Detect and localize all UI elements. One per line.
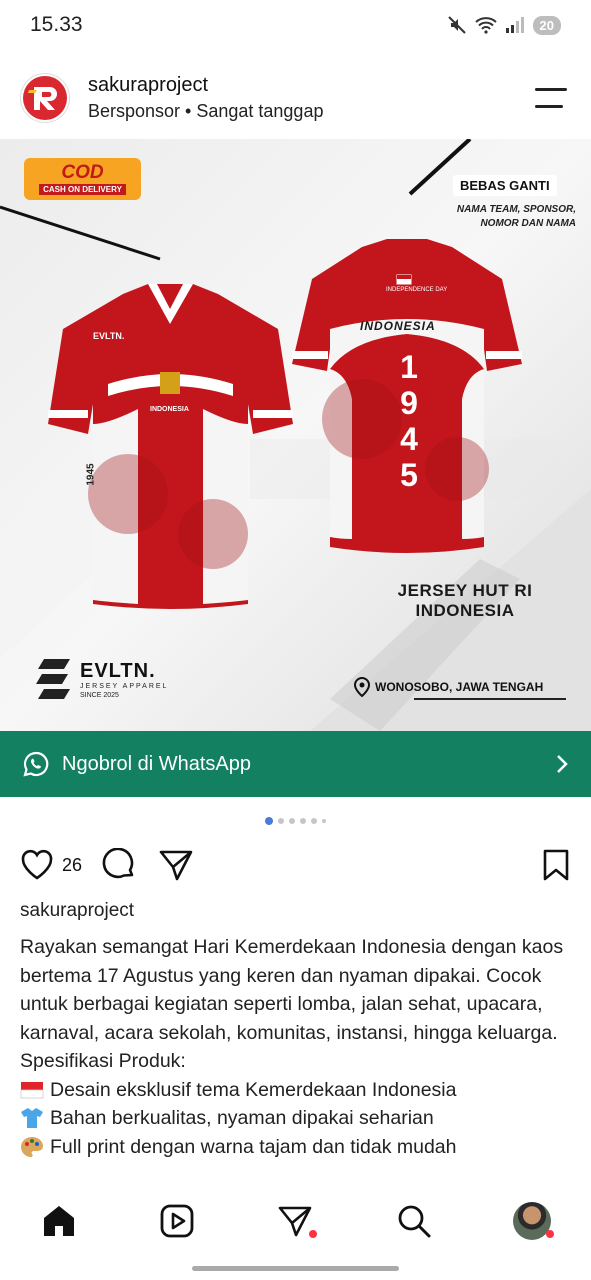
indonesia-flag-icon [20,1081,46,1099]
post-actions: 26 [20,843,571,887]
battery-indicator: 20 [532,15,561,35]
mute-icon [447,16,466,34]
wifi-icon [474,17,497,34]
account-avatar[interactable] [20,73,70,123]
carousel-indicator [0,817,591,825]
carousel-dot [265,817,273,825]
cod-title: COD [61,162,104,183]
nav-search[interactable] [394,1201,434,1241]
location-underline [414,698,566,700]
signal-icon [505,17,524,33]
reels-icon [160,1204,194,1238]
carousel-dot [300,818,306,824]
evltn-logo-icon [36,659,70,699]
jersey-back-small-text: INDEPENDENCE DAY [386,287,448,293]
like-count[interactable]: 26 [62,855,82,876]
spec-item: Desain eksklusif tema Kemerdekaan Indone… [20,1076,580,1105]
caption-body: Rayakan semangat Hari Kemerdekaan Indone… [20,936,564,1044]
share-button[interactable] [158,848,194,882]
spec-text: Full print dengan warna tajam dan tidak … [50,1135,457,1158]
like-button[interactable] [20,849,54,881]
search-icon [398,1205,431,1238]
ad-image[interactable]: EVLTN. INDONESIA 1945 INDONESIA 1945 IND… [0,139,591,731]
options-menu-icon[interactable] [535,84,571,112]
send-icon [159,850,193,881]
post-header: sakuraproject Bersponsor • Sangat tangga… [0,62,591,134]
location-pin-icon [353,677,371,697]
brand-logo-icon [23,76,67,120]
post-username[interactable]: sakuraproject [88,74,535,97]
whatsapp-cta-label: Ngobrol di WhatsApp [62,752,251,775]
jersey-front-year: 1945 [85,463,97,486]
save-button[interactable] [541,848,571,882]
whatsapp-icon [23,751,49,777]
jersey-front-brand: EVLTN. [93,331,125,341]
nav-profile[interactable] [512,1201,554,1241]
status-icons: 20 [447,15,561,35]
jersey-front-text: INDONESIA [150,406,189,413]
nav-messages[interactable] [275,1201,318,1241]
comment-button[interactable] [102,848,136,882]
spec-item: Full print dengan warna tajam dan tidak … [20,1133,580,1162]
carousel-dot [322,819,326,823]
nav-reels[interactable] [157,1201,197,1241]
home-icon [44,1206,75,1236]
carousel-dot [278,818,284,824]
jersey-back-number: 1945 [400,349,418,493]
notification-dot [309,1230,318,1238]
direct-message-icon [279,1206,312,1237]
bebas-ganti-label: BEBAS GANTI [453,175,557,196]
notification-dot [545,1230,554,1238]
nama-team-label: NAMA TEAM, SPONSOR, NOMOR DAN NAMA [456,204,576,229]
home-indicator[interactable] [192,1266,399,1271]
whatsapp-cta-bar[interactable]: Ngobrol di WhatsApp [0,731,591,797]
spec-text: Desain eksklusif tema Kemerdekaan Indone… [50,1078,457,1101]
status-time: 15.33 [30,13,83,36]
chevron-right-icon [557,755,568,773]
location-label: WONOSOBO, JAWA TENGAH [353,677,543,697]
jersey-caption-line-2: INDONESIA [415,601,515,621]
jersey-back-text: INDONESIA [360,319,436,333]
post-caption: Rayakan semangat Hari Kemerdekaan Indone… [20,933,580,1183]
brand-subtitle: JERSEY APPAREL [80,682,169,690]
heart-icon [21,849,53,880]
caption-username[interactable]: sakuraproject [20,900,134,922]
spec-text: Bahan berkualitas, nyaman dipakai sehari… [50,1107,434,1129]
carousel-dot [289,818,295,824]
sponsor-label: Bersponsor • Sangat tanggap [88,101,324,121]
brand-block: EVLTN. JERSEY APPAREL SINCE 2025 [36,659,168,699]
carousel-dot [311,818,317,824]
cod-badge: COD CASH ON DELIVERY [24,158,141,200]
nav-home[interactable] [39,1201,79,1241]
status-bar: 15.33 20 [0,0,591,50]
brand-name: EVLTN. [80,659,156,682]
spec-title: Spesifikasi Produk: [20,1050,186,1072]
brand-since: SINCE 2025 [80,691,119,699]
spec-item: Bahan berkualitas, nyaman dipakai sehari… [20,1104,580,1133]
comment-icon [102,848,134,879]
jersey-caption-line-1: JERSEY HUT RI [397,581,533,600]
location-text: WONOSOBO, JAWA TENGAH [375,680,544,694]
palette-icon [20,1136,46,1158]
tshirt-icon [20,1107,46,1129]
jersey-front-image [48,284,293,614]
jersey-caption: JERSEY HUT RI INDONESIA [395,581,535,622]
bookmark-icon [543,849,569,881]
cod-subtitle: CASH ON DELIVERY [39,184,126,195]
